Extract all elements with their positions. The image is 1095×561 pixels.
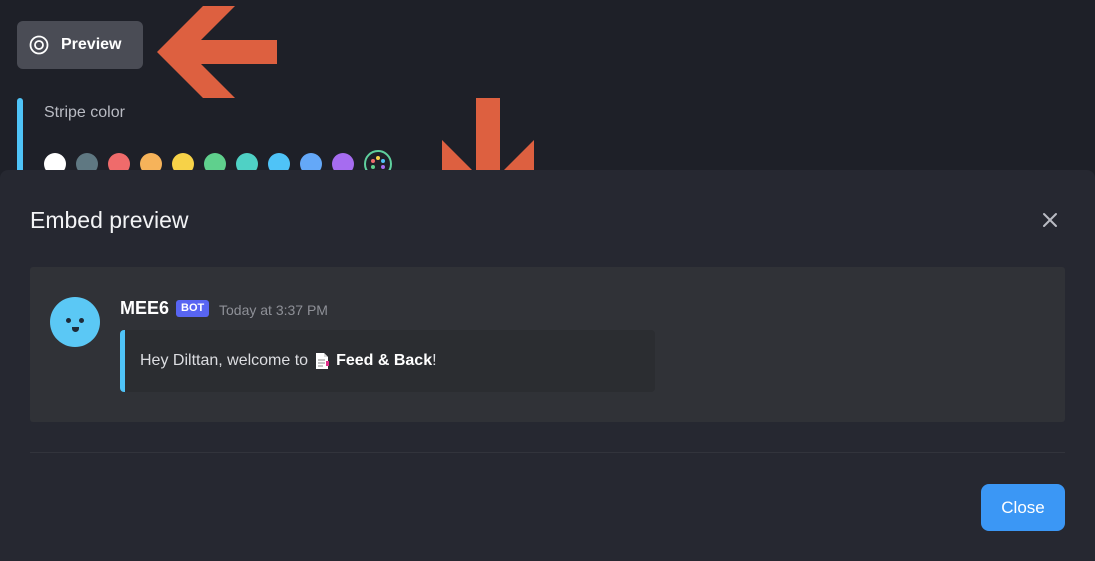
close-icon[interactable] [1040, 210, 1060, 230]
preview-button[interactable]: Preview [17, 21, 143, 69]
document-icon [314, 352, 330, 370]
stripe-color-section: Stripe color [17, 98, 717, 178]
username: MEE6 [120, 298, 170, 318]
bot-badge: BOT [176, 300, 210, 317]
eye-icon [29, 35, 49, 55]
embed-stripe [120, 330, 125, 392]
modal-title: Embed preview [30, 207, 189, 233]
close-button[interactable]: Close [981, 484, 1065, 531]
message-preview: MEE6 BOT Today at 3:37 PM Hey Dilttan, w… [30, 267, 1065, 422]
embed-text-suffix: ! [432, 352, 437, 369]
stripe-indicator [17, 98, 23, 178]
embed-preview-modal: Embed preview MEE6 BOT Today at 3:37 PM … [0, 170, 1095, 561]
divider [30, 452, 1065, 453]
embed-server-name: Feed & Back [336, 352, 433, 369]
avatar [50, 297, 100, 347]
timestamp: Today at 3:37 PM [219, 302, 328, 318]
preview-button-label: Preview [61, 36, 122, 53]
embed-text-prefix: Hey Dilttan, welcome to [140, 352, 309, 369]
embed: Hey Dilttan, welcome to Feed & Back! [120, 330, 655, 392]
stripe-color-label: Stripe color [44, 104, 125, 121]
embed-description: Hey Dilttan, welcome to Feed & Back! [140, 352, 437, 370]
arrow-left-icon [157, 6, 277, 98]
